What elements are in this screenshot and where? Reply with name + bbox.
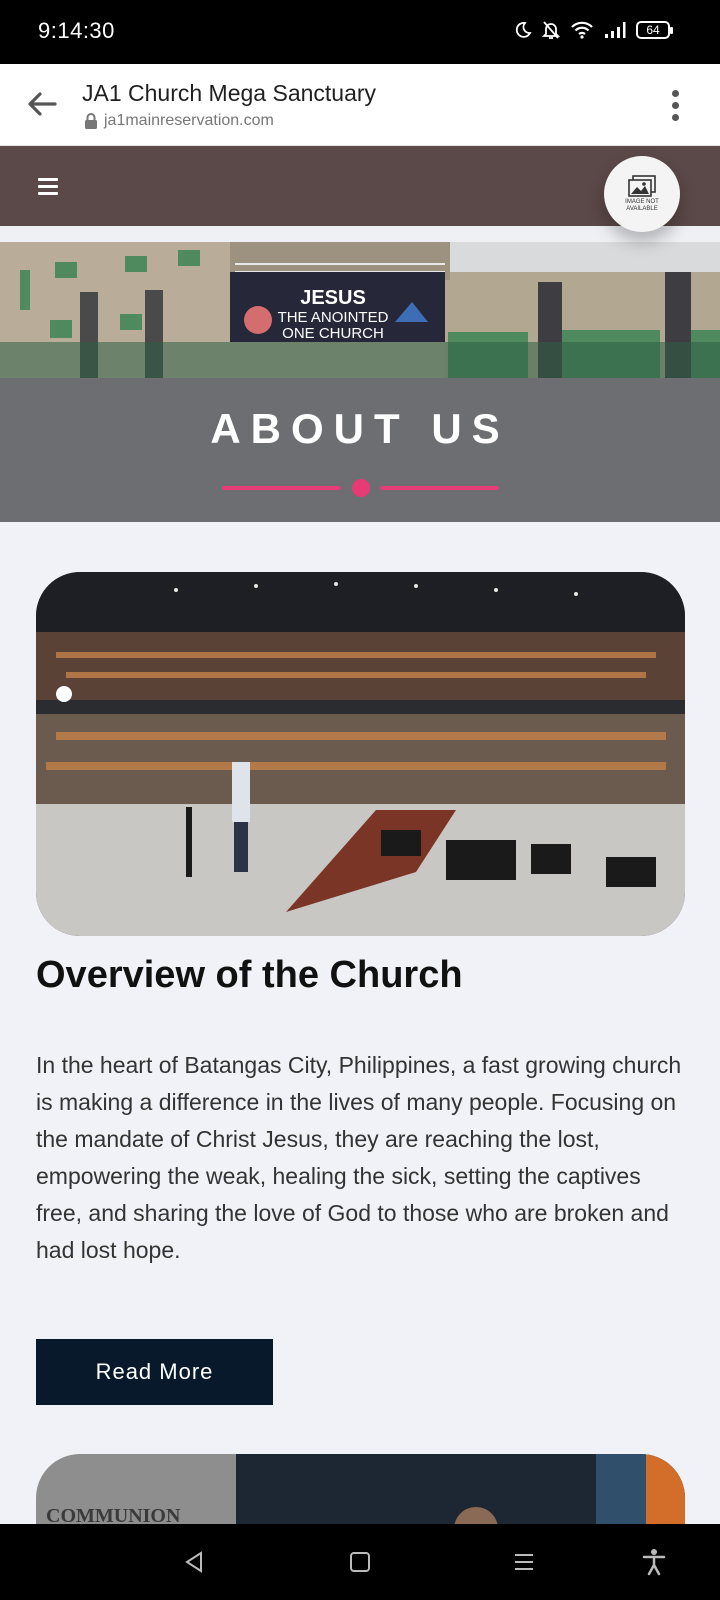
- status-icons: 64: [514, 20, 673, 40]
- logo-placeholder-text: IMAGE NOT AVAILABLE: [625, 199, 659, 212]
- sign-line-3: ONE CHURCH: [282, 325, 384, 342]
- signal-icon: [605, 22, 626, 38]
- overview-heading: Overview of the Church: [36, 954, 463, 996]
- title-divider-right: [380, 486, 499, 490]
- url-text: ja1mainreservation.com: [104, 112, 274, 129]
- back-button[interactable]: [22, 84, 62, 124]
- bell-off-icon: [542, 21, 560, 39]
- battery-icon: 64: [636, 21, 673, 39]
- overview-section: Overview of the Church In the heart of B…: [36, 572, 686, 1405]
- page-title: JA1 Church Mega Sanctuary: [82, 80, 377, 106]
- nav-spacer: [0, 226, 720, 242]
- browser-app-bar: JA1 Church Mega Sanctuary ja1mainreserva…: [0, 64, 720, 146]
- hamburger-icon[interactable]: [38, 176, 62, 196]
- url-row[interactable]: ja1mainreservation.com: [84, 112, 274, 130]
- moon-icon: [515, 22, 532, 38]
- church-building-photo: JESUS THE ANOINTED ONE CHURCH: [0, 242, 720, 378]
- system-nav-bar: [0, 1524, 720, 1600]
- accessibility-icon[interactable]: [638, 1546, 670, 1578]
- status-bar: 9:14:30 64: [0, 0, 720, 64]
- about-hero: JESUS THE ANOINTED ONE CHURCH ABOUT US: [0, 242, 720, 522]
- title-divider-left: [222, 486, 341, 490]
- sign-line-2: THE ANOINTED: [278, 309, 389, 326]
- wifi-icon: [571, 21, 593, 39]
- image-placeholder-icon: [628, 175, 656, 197]
- overview-paragraph: In the heart of Batangas City, Philippin…: [36, 1052, 682, 1263]
- sign-line-1: JESUS: [300, 287, 366, 309]
- back-arrow-icon: [28, 92, 57, 116]
- home-square-icon[interactable]: [344, 1546, 376, 1578]
- lock-icon: [85, 112, 97, 129]
- title-divider-dot: [352, 479, 370, 497]
- recents-icon[interactable]: [508, 1546, 540, 1578]
- about-us-title: ABOUT US: [210, 405, 510, 452]
- site-logo[interactable]: IMAGE NOT AVAILABLE: [604, 156, 680, 232]
- back-triangle-icon[interactable]: [178, 1546, 210, 1578]
- congregation-photo: [36, 572, 685, 936]
- status-time: 9:14:30: [38, 18, 115, 43]
- more-vert-icon[interactable]: [666, 90, 686, 122]
- read-more-button[interactable]: Read More: [36, 1339, 273, 1405]
